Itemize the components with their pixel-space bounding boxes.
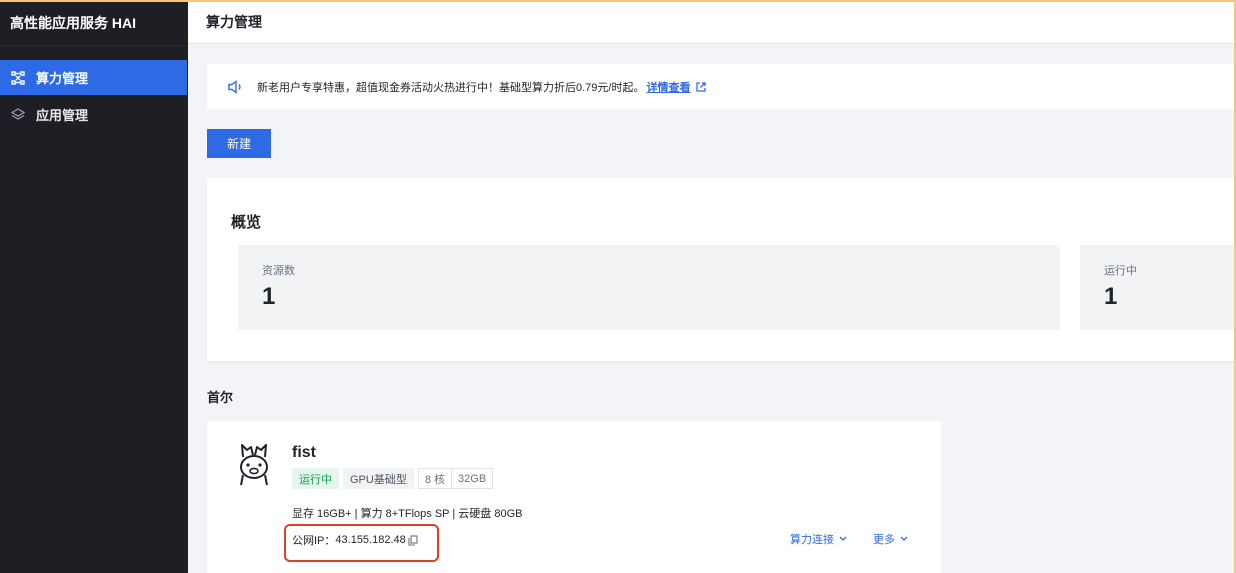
stat-value: 1	[1104, 283, 1118, 310]
page-title: 算力管理	[206, 13, 262, 30]
new-button[interactable]: 新建	[207, 129, 271, 158]
chevron-down-icon	[839, 534, 847, 544]
sidebar-item-compute[interactable]: 算力管理	[0, 60, 187, 95]
cores-badge: 8 核	[417, 468, 453, 489]
more-dropdown[interactable]: 更多	[873, 531, 908, 547]
stat-label: 运行中	[1104, 265, 1137, 277]
stat-label: 资源数	[262, 265, 295, 277]
layers-icon	[10, 107, 26, 123]
sidebar-item-label: 算力管理	[36, 71, 89, 86]
ip-value: 43.155.182.48	[335, 534, 406, 546]
alpaca-icon	[235, 441, 275, 487]
connect-label: 算力连接	[790, 534, 834, 546]
sidebar-item-label: 应用管理	[36, 108, 89, 123]
public-ip: 公网IP： 43.155.182.48	[292, 532, 418, 548]
page-header: 算力管理	[188, 0, 1234, 44]
region-heading: 首尔	[207, 390, 234, 405]
stat-resource-count: 资源数 1	[238, 245, 1060, 330]
sidebar-item-apps[interactable]: 应用管理	[0, 97, 187, 132]
external-link-icon[interactable]	[696, 81, 707, 92]
connect-dropdown[interactable]: 算力连接	[790, 531, 847, 547]
stat-running: 运行中 1	[1080, 245, 1235, 330]
instance-spec: 显存 16GB+ | 算力 8+TFlops SP | 云硬盘 80GB	[292, 508, 523, 520]
more-label: 更多	[873, 534, 895, 546]
app-title: 高性能应用服务 HAI	[0, 0, 188, 46]
memory-badge: 32GB	[452, 468, 494, 489]
stat-value: 1	[262, 283, 276, 310]
notice-text: 新老用户专享特惠，超值现金券活动火热进行中！基础型算力折后0.79元/时起。	[257, 81, 645, 94]
ip-label: 公网IP：	[292, 535, 336, 547]
chevron-down-icon	[900, 534, 908, 544]
copy-icon[interactable]	[408, 534, 418, 546]
notice-details-link[interactable]: 详情查看	[646, 79, 690, 95]
speaker-icon	[227, 79, 245, 94]
status-badge: 运行中	[292, 468, 339, 489]
overview-panel: 概览 资源数 1 运行中 1	[207, 178, 1235, 361]
compute-icon	[10, 70, 26, 86]
promo-notice: 新老用户专享特惠，超值现金券活动火热进行中！基础型算力折后0.79元/时起。 详…	[207, 64, 1235, 109]
instance-card[interactable]: fist 运行中 GPU基础型 8 核 32GB 显存 16GB+ | 算力 8…	[207, 421, 941, 573]
sidebar: 高性能应用服务 HAI 算力管理 应用管理	[0, 0, 188, 573]
type-badge: GPU基础型	[343, 468, 414, 489]
overview-title: 概览	[231, 214, 262, 231]
instance-name[interactable]: fist	[292, 444, 316, 462]
instance-tags: 运行中 GPU基础型 8 核 32GB	[292, 468, 494, 489]
